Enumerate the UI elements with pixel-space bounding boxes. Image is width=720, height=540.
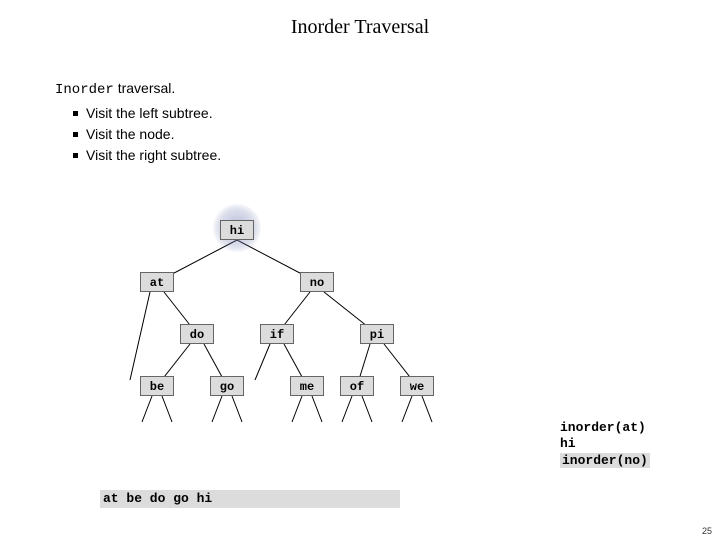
call-trace: inorder(at) hi inorder(no) [560, 420, 650, 469]
slide-title: Inorder Traversal [0, 0, 720, 39]
bullet-text: Visit the left subtree. [86, 103, 213, 124]
calltrace-highlight: inorder(no) [560, 453, 650, 468]
tree-node-pi: pi [360, 324, 394, 344]
calltrace-line: hi [560, 436, 650, 452]
tree-node-me: me [290, 376, 324, 396]
tree-node-hi: hi [220, 220, 254, 240]
bullet-icon [73, 132, 78, 137]
bullet-text: Visit the node. [86, 124, 174, 145]
bullet-item: Visit the node. [73, 124, 221, 145]
calltrace-line-current: inorder(no) [560, 453, 650, 469]
tree-node-we: we [400, 376, 434, 396]
heading-rest: traversal. [114, 80, 175, 96]
tree-node-go: go [210, 376, 244, 396]
tree-node-do: do [180, 324, 214, 344]
output-sequence: at be do go hi [103, 490, 212, 508]
tree-edges [100, 210, 520, 470]
heading-mono: Inorder [55, 82, 114, 98]
bullet-text: Visit the right subtree. [86, 145, 221, 166]
calltrace-line: inorder(at) [560, 420, 650, 436]
tree-node-if: if [260, 324, 294, 344]
heading-line: Inorder traversal. [55, 78, 221, 101]
bullet-list: Visit the left subtree. Visit the node. … [73, 103, 221, 166]
bullet-item: Visit the left subtree. [73, 103, 221, 124]
bullet-icon [73, 153, 78, 158]
bullet-item: Visit the right subtree. [73, 145, 221, 166]
page-number: 25 [702, 526, 712, 536]
tree-node-at: at [140, 272, 174, 292]
bullet-icon [73, 111, 78, 116]
content-block: Inorder traversal. Visit the left subtre… [55, 78, 221, 166]
tree-node-of: of [340, 376, 374, 396]
tree-node-be: be [140, 376, 174, 396]
tree-diagram: hi at no do if pi be go me of we [100, 210, 520, 470]
tree-node-no: no [300, 272, 334, 292]
